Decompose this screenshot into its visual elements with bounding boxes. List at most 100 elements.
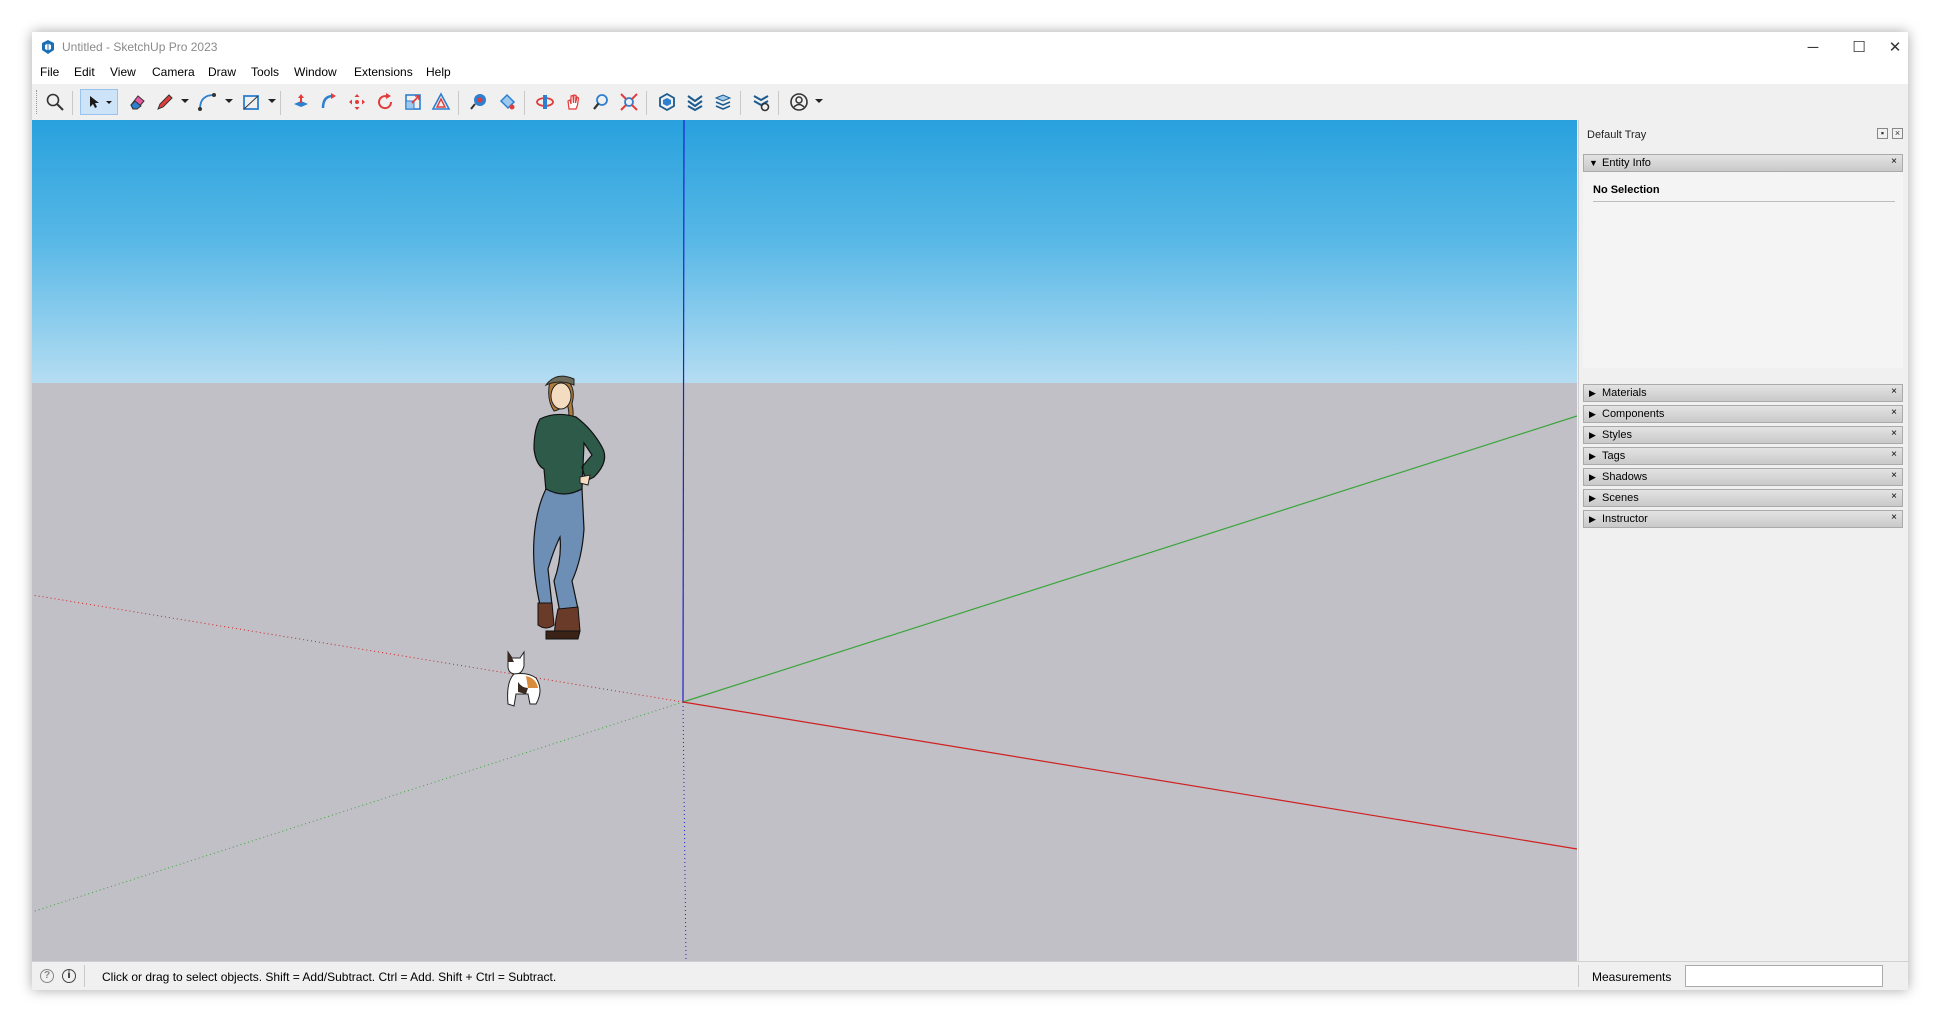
expanded-arrow-icon: ▼ bbox=[1589, 158, 1598, 168]
menu-tools[interactable]: Tools bbox=[251, 65, 279, 79]
pin-icon[interactable]: ▪ bbox=[1877, 128, 1888, 139]
collapsed-arrow-icon: ▶ bbox=[1589, 472, 1596, 482]
menu-window[interactable]: Window bbox=[294, 65, 337, 79]
default-tray: Default Tray ▪ × ▼ Entity Info × No Sele… bbox=[1578, 120, 1908, 961]
search-icon[interactable] bbox=[42, 89, 68, 115]
window-title: Untitled - SketchUp Pro 2023 bbox=[62, 40, 218, 54]
sketchup-window: Untitled - SketchUp Pro 2023 ─ ☐ ✕ File … bbox=[32, 32, 1908, 990]
menu-file[interactable]: File bbox=[40, 65, 59, 79]
menu-extensions[interactable]: Extensions bbox=[354, 65, 413, 79]
close-icon[interactable]: × bbox=[1891, 491, 1897, 502]
select-arrow-icon[interactable] bbox=[80, 89, 118, 115]
menu-camera[interactable]: Camera bbox=[152, 65, 195, 79]
menu-help[interactable]: Help bbox=[426, 65, 451, 79]
move-icon[interactable] bbox=[344, 89, 370, 115]
panel-label: Entity Info bbox=[1602, 157, 1651, 169]
maximize-button[interactable]: ☐ bbox=[1836, 32, 1882, 62]
tape-measure-icon[interactable] bbox=[466, 89, 492, 115]
toolbar-separator bbox=[524, 91, 525, 115]
panel-tags[interactable]: ▶ Tags × bbox=[1583, 447, 1903, 465]
menu-bar: File Edit View Camera Draw Tools Window … bbox=[32, 62, 1908, 84]
close-icon[interactable]: × bbox=[1891, 449, 1897, 460]
scale-figure-cat[interactable] bbox=[498, 648, 550, 708]
entity-info-body: No Selection bbox=[1583, 172, 1903, 368]
pencil-line-icon[interactable] bbox=[152, 89, 178, 115]
arc-icon[interactable] bbox=[194, 89, 220, 115]
panel-scenes[interactable]: ▶ Scenes × bbox=[1583, 489, 1903, 507]
follow-me-icon[interactable] bbox=[316, 89, 342, 115]
panel-label: Components bbox=[1602, 408, 1665, 420]
toolbar-grip[interactable] bbox=[36, 90, 40, 114]
chevron-down-icon[interactable] bbox=[225, 99, 233, 103]
close-icon[interactable]: × bbox=[1891, 156, 1897, 167]
scale-figure-person[interactable] bbox=[506, 369, 636, 664]
measurements-input[interactable] bbox=[1685, 965, 1883, 987]
panel-label: Instructor bbox=[1602, 513, 1648, 525]
close-icon[interactable]: × bbox=[1891, 428, 1897, 439]
blue-axis bbox=[682, 120, 685, 703]
green-axis-negative bbox=[32, 701, 684, 913]
status-bar: ? i Click or drag to select objects. Shi… bbox=[32, 961, 1908, 990]
minimize-button[interactable]: ─ bbox=[1790, 32, 1836, 62]
chevron-down-icon[interactable] bbox=[181, 99, 189, 103]
title-bar: Untitled - SketchUp Pro 2023 ─ ☐ ✕ bbox=[32, 32, 1908, 62]
pan-icon[interactable] bbox=[560, 89, 586, 115]
offset-icon[interactable] bbox=[428, 89, 454, 115]
divider bbox=[1593, 201, 1895, 202]
scale-icon[interactable] bbox=[400, 89, 426, 115]
tray-close-icon[interactable]: × bbox=[1892, 128, 1903, 139]
account-icon[interactable] bbox=[786, 89, 812, 115]
panel-styles[interactable]: ▶ Styles × bbox=[1583, 426, 1903, 444]
status-divider bbox=[84, 965, 85, 987]
panel-shadows[interactable]: ▶ Shadows × bbox=[1583, 468, 1903, 486]
extension-warehouse-icon[interactable] bbox=[682, 89, 708, 115]
toolbar-separator bbox=[458, 91, 459, 115]
close-icon[interactable]: × bbox=[1891, 407, 1897, 418]
collapsed-arrow-icon: ▶ bbox=[1589, 493, 1596, 503]
toolbar-separator bbox=[740, 91, 741, 115]
rotate-icon[interactable] bbox=[372, 89, 398, 115]
warehouse-icon[interactable] bbox=[654, 89, 680, 115]
panel-entity-info[interactable]: ▼ Entity Info × bbox=[1583, 154, 1903, 172]
panel-materials[interactable]: ▶ Materials × bbox=[1583, 384, 1903, 402]
layout-icon[interactable] bbox=[710, 89, 736, 115]
extension-manager-icon[interactable] bbox=[748, 89, 774, 115]
geo-location-icon[interactable]: ? bbox=[40, 969, 54, 983]
measurements-label: Measurements bbox=[1592, 970, 1672, 984]
drawing-axes bbox=[32, 120, 1577, 961]
menu-draw[interactable]: Draw bbox=[208, 65, 236, 79]
close-icon[interactable]: × bbox=[1891, 512, 1897, 523]
sketchup-logo-icon bbox=[42, 40, 54, 54]
zoom-icon[interactable] bbox=[588, 89, 614, 115]
close-icon[interactable]: × bbox=[1891, 386, 1897, 397]
zoom-extents-icon[interactable] bbox=[616, 89, 642, 115]
status-divider bbox=[1578, 965, 1579, 987]
toolbar-separator bbox=[646, 91, 647, 115]
model-viewport[interactable] bbox=[32, 120, 1577, 961]
panel-label: Scenes bbox=[1602, 492, 1639, 504]
info-icon[interactable]: i bbox=[62, 969, 76, 983]
panel-label: Tags bbox=[1602, 450, 1626, 462]
close-icon[interactable]: × bbox=[1891, 470, 1897, 481]
menu-edit[interactable]: Edit bbox=[74, 65, 95, 79]
toolbar-separator bbox=[72, 91, 73, 115]
menu-view[interactable]: View bbox=[110, 65, 136, 79]
red-axis bbox=[682, 701, 1577, 850]
paint-bucket-icon[interactable] bbox=[494, 89, 520, 115]
push-pull-icon[interactable] bbox=[288, 89, 314, 115]
status-hint: Click or drag to select objects. Shift =… bbox=[102, 970, 557, 984]
collapsed-arrow-icon: ▶ bbox=[1589, 409, 1596, 419]
orbit-icon[interactable] bbox=[532, 89, 558, 115]
panel-instructor[interactable]: ▶ Instructor × bbox=[1583, 510, 1903, 528]
close-button[interactable]: ✕ bbox=[1882, 32, 1908, 62]
rectangle-icon[interactable] bbox=[238, 89, 264, 115]
toolbar-separator bbox=[280, 91, 281, 115]
collapsed-arrow-icon: ▶ bbox=[1589, 514, 1596, 524]
chevron-down-icon[interactable] bbox=[815, 99, 823, 103]
green-axis bbox=[682, 415, 1577, 703]
panel-components[interactable]: ▶ Components × bbox=[1583, 405, 1903, 423]
chevron-down-icon[interactable] bbox=[268, 99, 276, 103]
eraser-icon[interactable] bbox=[124, 89, 150, 115]
toolbar-separator bbox=[778, 91, 779, 115]
selection-status: No Selection bbox=[1593, 184, 1660, 196]
